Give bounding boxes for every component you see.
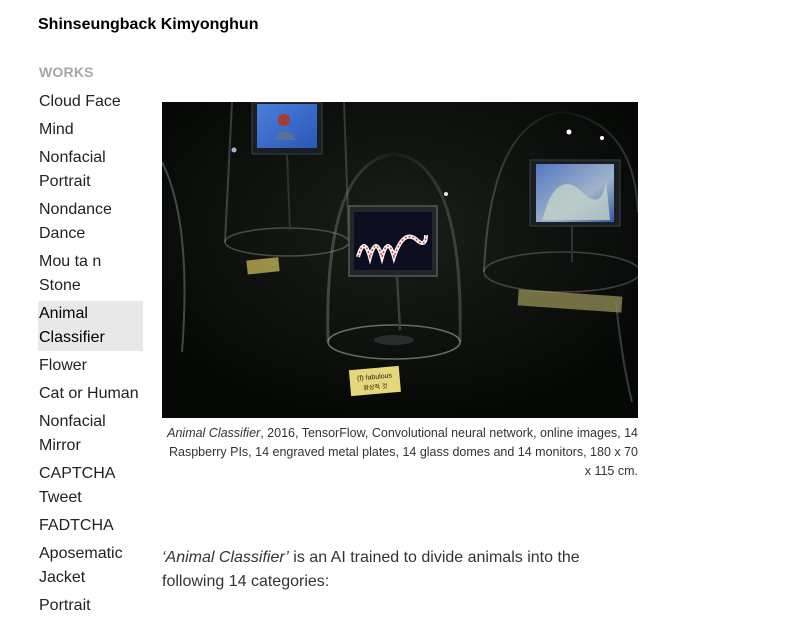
- nav-item-label: Nonfacial: [39, 413, 106, 430]
- nav-item-cloud-face[interactable]: Cloud Face: [38, 89, 143, 115]
- nav-item-label: Aposematic: [39, 545, 123, 562]
- nav-item-label: Cat or Human: [39, 385, 139, 402]
- nav-item-label: Tweet: [39, 489, 82, 506]
- nav-item-nonfacial-mirror[interactable]: Nonfacial Mirror: [38, 409, 143, 459]
- artwork-figure: (f) fabulous 환상적 것 Animal Classifier, 20…: [162, 102, 638, 481]
- installation-image: (f) fabulous 환상적 것: [162, 102, 638, 418]
- main-content: (f) fabulous 환상적 것 Animal Classifier, 20…: [162, 102, 638, 481]
- nav-item-label: Nonfacial: [39, 149, 106, 166]
- nav-item-aposematic-jacket[interactable]: Aposematic Jacket: [38, 541, 143, 591]
- nav-item-label: FADTCHA: [39, 517, 114, 534]
- nav-item-label: Mind: [39, 121, 74, 138]
- works-list: Cloud Face Mind Nonfacial Portrait Nondance D…: [38, 89, 143, 619]
- artwork-description: ‘Animal Classifier’ is an AI trained to …: [162, 546, 638, 594]
- nav-item-label: Mirror: [39, 437, 81, 454]
- nav-item-cat-or-human[interactable]: Cat or Human: [38, 381, 143, 407]
- caption-title: Animal Classifier: [167, 426, 261, 440]
- nav-item-animal-classifier[interactable]: Animal Classifier: [38, 301, 143, 351]
- nav-item-label: Nondance: [39, 201, 112, 218]
- nav-item-label: CAPTCHA: [39, 465, 116, 482]
- artwork-photo[interactable]: (f) fabulous 환상적 것: [162, 102, 638, 418]
- nav-item-label: Mou ta n: [39, 253, 102, 270]
- description-title: ‘Animal Classifier’: [162, 549, 289, 566]
- nav-item-mind[interactable]: Mind: [38, 117, 143, 143]
- artwork-caption: Animal Classifier, 2016, TensorFlow, Con…: [162, 424, 638, 481]
- nav-item-captcha-tweet[interactable]: CAPTCHA Tweet: [38, 461, 143, 511]
- site-title[interactable]: Shinseungback Kimyonghun: [38, 15, 258, 35]
- nav-item-label: Jacket: [39, 569, 86, 586]
- nav-item-nondance-dance[interactable]: Nondance Dance: [38, 197, 143, 247]
- nav-item-label: Portrait: [39, 597, 91, 614]
- works-heading: WORKS: [39, 64, 94, 80]
- nav-item-flower[interactable]: Flower: [38, 353, 143, 379]
- nav-item-label: Cloud Face: [39, 93, 121, 110]
- nav-item-label: Classifier: [39, 329, 105, 346]
- nav-item-label: Animal: [39, 305, 88, 322]
- nav-item-nonfacial-portrait[interactable]: Nonfacial Portrait: [38, 145, 143, 195]
- nav-item-label: Stone: [39, 277, 81, 294]
- nav-item-portrait[interactable]: Portrait: [38, 593, 143, 619]
- nav-item-mou-ta-n-stone[interactable]: Mou ta n Stone: [38, 249, 143, 299]
- nav-item-label: Dance: [39, 225, 86, 242]
- nav-item-label: Flower: [39, 357, 88, 374]
- works-sidebar: WORKS Cloud Face Mind Nonfacial Portrait Non…: [38, 63, 143, 621]
- nav-item-label: Portrait: [39, 173, 91, 190]
- nav-item-fadtcha[interactable]: FADTCHA: [38, 513, 143, 539]
